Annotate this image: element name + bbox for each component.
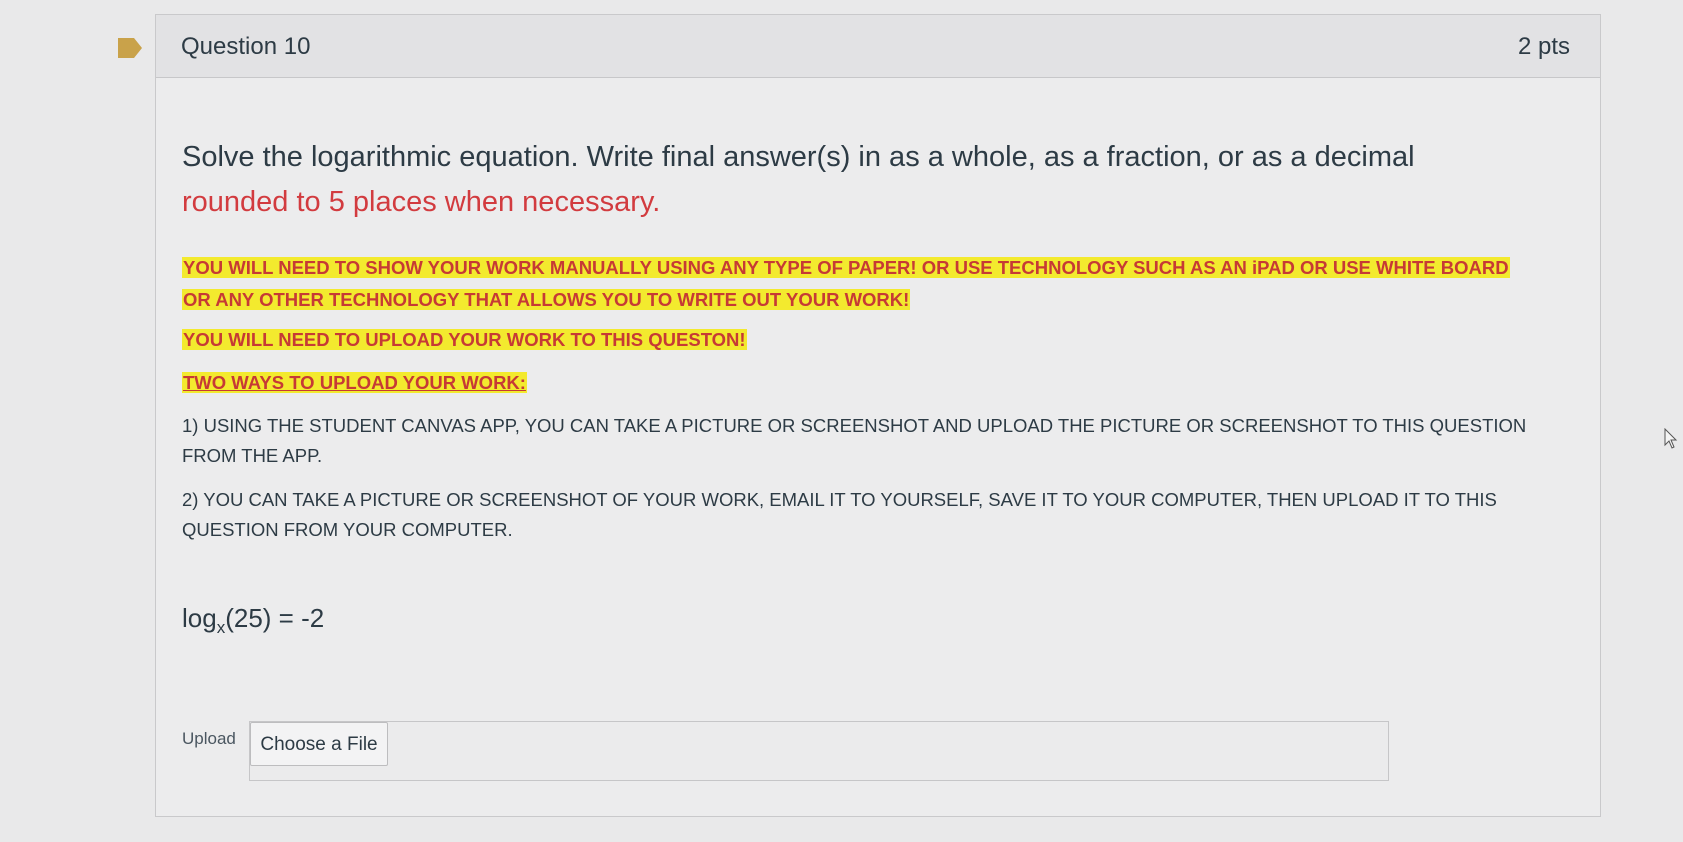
highlight-upload: YOU WILL NEED TO UPLOAD YOUR WORK TO THI…: [182, 329, 747, 350]
choose-file-button[interactable]: Choose a File: [250, 722, 388, 766]
question-header: Question 10 2 pts: [156, 15, 1600, 78]
highlight-show-work-line1: YOU WILL NEED TO SHOW YOUR WORK MANUALLY…: [182, 257, 1510, 278]
highlight-show-work-line2: OR ANY OTHER TECHNOLOGY THAT ALLOWS YOU …: [182, 289, 911, 310]
question-card: Question 10 2 pts Solve the logarithmic …: [155, 14, 1601, 817]
mouse-cursor-icon: [1664, 428, 1678, 449]
question-points: 2 pts: [1517, 33, 1570, 60]
equation-log: log: [182, 603, 217, 633]
instruction-upload: YOU WILL NEED TO UPLOAD YOUR WORK TO THI…: [182, 325, 747, 355]
upload-label: Upload: [182, 729, 236, 748]
question-title: Question 10: [181, 33, 311, 60]
file-upload-field[interactable]: Choose a File: [249, 721, 1389, 781]
equation-base: x: [216, 618, 226, 638]
question-text: Solve the logarithmic equation. Write fi…: [182, 135, 1582, 637]
upload-step-1: 1) USING THE STUDENT CANVAS APP, YOU CAN…: [182, 415, 1527, 466]
question-prompt: Solve the logarithmic equation. Write fi…: [182, 135, 1582, 225]
prompt-red: rounded to 5 places when necessary.: [182, 186, 661, 218]
bookmark-flag-icon[interactable]: [118, 38, 142, 58]
upload-step-2: 2) YOU CAN TAKE A PICTURE OR SCREENSHOT …: [182, 489, 1497, 540]
instruction-show-work: YOU WILL NEED TO SHOW YOUR WORK MANUALLY…: [182, 253, 1582, 317]
equation-rest: (25) = -2: [225, 603, 325, 633]
instruction-two-ways: TWO WAYS TO UPLOAD YOUR WORK:: [182, 368, 527, 398]
equation: logx(25) = -2: [182, 603, 324, 638]
prompt-main: Solve the logarithmic equation. Write fi…: [182, 141, 1415, 173]
highlight-two-ways: TWO WAYS TO UPLOAD YOUR WORK:: [182, 372, 527, 393]
